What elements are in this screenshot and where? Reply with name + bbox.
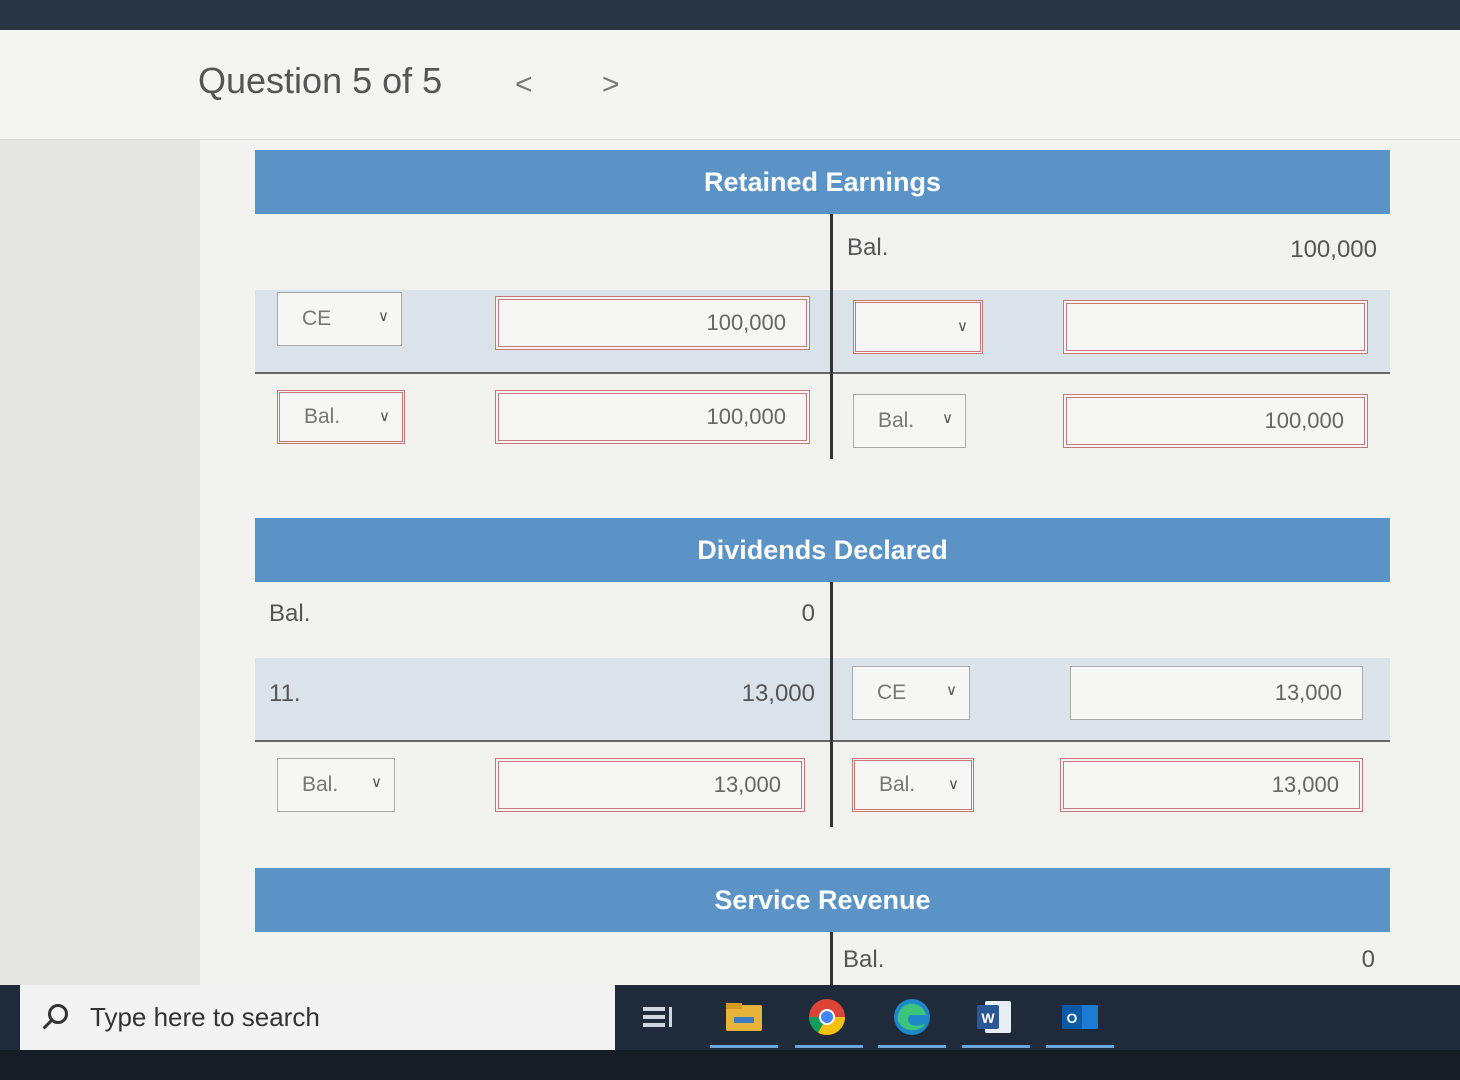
select-value: Bal. — [304, 405, 341, 428]
monitor-bottom-bezel — [0, 1050, 1460, 1080]
browser-screen: Question 5 of 5 < > Retained Earnings Ba… — [0, 30, 1460, 1062]
credit-balance-amount: 100,000 — [1290, 236, 1377, 263]
t-account-row: 11. 13,000 CE ∨ 13,000 — [255, 658, 1390, 740]
select-value: Bal. — [879, 773, 916, 796]
svg-text:O: O — [1067, 1010, 1078, 1026]
t-account-divider — [830, 214, 833, 459]
debit-balance-input[interactable]: 100,000 — [495, 390, 810, 444]
search-icon — [42, 1003, 70, 1032]
active-app-indicator — [710, 1045, 778, 1048]
t-account-row: Bal. 100,000 — [255, 214, 1390, 290]
chevron-down-icon: ∨ — [379, 408, 390, 425]
t-account-title: Retained Earnings — [255, 150, 1390, 214]
chevron-down-icon: ∨ — [942, 410, 953, 427]
debit-balance-select[interactable]: Bal. ∨ — [277, 390, 405, 444]
question-header: Question 5 of 5 < > — [0, 30, 1460, 140]
active-app-indicator — [795, 1045, 863, 1048]
credit-balance-input[interactable]: 100,000 — [1063, 394, 1368, 448]
taskbar-search-box[interactable]: Type here to search — [20, 985, 615, 1050]
next-question-button[interactable]: > — [602, 68, 620, 102]
credit-balance-amount: 0 — [1361, 946, 1375, 973]
debit-entry-amount: 13,000 — [741, 680, 815, 707]
t-account-divider — [830, 932, 833, 992]
previous-question-button[interactable]: < — [515, 68, 533, 102]
debit-balance-select[interactable]: Bal. ∨ — [277, 758, 395, 812]
debit-account-select[interactable]: CE ∨ — [277, 292, 402, 346]
t-account-row: Bal. 0 — [255, 582, 1390, 658]
windows-taskbar: Type here to search W O — [0, 985, 1460, 1050]
debit-entry-label: 11. — [269, 680, 301, 707]
chevron-down-icon: ∨ — [948, 776, 959, 793]
chevron-down-icon: ∨ — [371, 774, 382, 791]
debit-amount-input[interactable]: 100,000 — [495, 296, 810, 350]
credit-amount-input[interactable] — [1063, 300, 1368, 354]
left-rail — [0, 140, 200, 1062]
chevron-down-icon: ∨ — [946, 682, 957, 699]
question-content: Retained Earnings Bal. 100,000 CE ∨ 100,0… — [200, 140, 1460, 992]
chevron-down-icon: ∨ — [378, 308, 389, 325]
question-counter: Question 5 of 5 — [198, 60, 443, 101]
active-app-indicator — [1046, 1045, 1114, 1048]
chevron-down-icon: ∨ — [957, 318, 968, 335]
t-account-divider — [830, 582, 833, 827]
outlook-icon[interactable]: O — [1058, 995, 1102, 1039]
word-icon[interactable]: W — [973, 995, 1017, 1039]
credit-balance-select[interactable]: Bal. ∨ — [853, 394, 966, 448]
task-view-icon[interactable] — [635, 995, 679, 1039]
credit-account-select[interactable]: ∨ — [853, 300, 983, 354]
t-account-row: Bal. ∨ 100,000 Bal. ∨ 100,000 — [255, 372, 1390, 454]
select-value: Bal. — [302, 773, 339, 796]
credit-account-select[interactable]: CE ∨ — [852, 666, 970, 720]
file-explorer-icon[interactable] — [722, 995, 766, 1039]
select-value: Bal. — [878, 409, 915, 432]
t-account-retained-earnings: Retained Earnings Bal. 100,000 CE ∨ 100,0… — [255, 150, 1390, 459]
svg-text:W: W — [981, 1010, 995, 1026]
credit-balance-input[interactable]: 13,000 — [1060, 758, 1363, 812]
chrome-icon[interactable] — [805, 995, 849, 1039]
credit-balance-label: Bal. — [843, 946, 885, 973]
t-account-dividends-declared: Dividends Declared Bal. 0 11. 13,000 CE ∨… — [255, 518, 1390, 827]
debit-balance-label: Bal. — [269, 600, 311, 627]
credit-balance-label: Bal. — [847, 234, 889, 261]
active-app-indicator — [962, 1045, 1030, 1048]
edge-icon[interactable] — [890, 995, 934, 1039]
credit-balance-select[interactable]: Bal. ∨ — [852, 758, 974, 812]
t-account-title: Dividends Declared — [255, 518, 1390, 582]
debit-balance-input[interactable]: 13,000 — [495, 758, 805, 812]
select-value: CE — [302, 307, 332, 330]
t-account-row: Bal. ∨ 13,000 Bal. ∨ 13,000 — [255, 740, 1390, 822]
search-placeholder: Type here to search — [90, 1002, 320, 1032]
debit-balance-amount: 0 — [801, 600, 815, 627]
credit-amount-input[interactable]: 13,000 — [1070, 666, 1363, 720]
select-value: CE — [877, 681, 907, 704]
active-app-indicator — [878, 1045, 946, 1048]
t-account-title: Service Revenue — [255, 868, 1390, 932]
t-account-row: CE ∨ 100,000 ∨ — [255, 290, 1390, 372]
